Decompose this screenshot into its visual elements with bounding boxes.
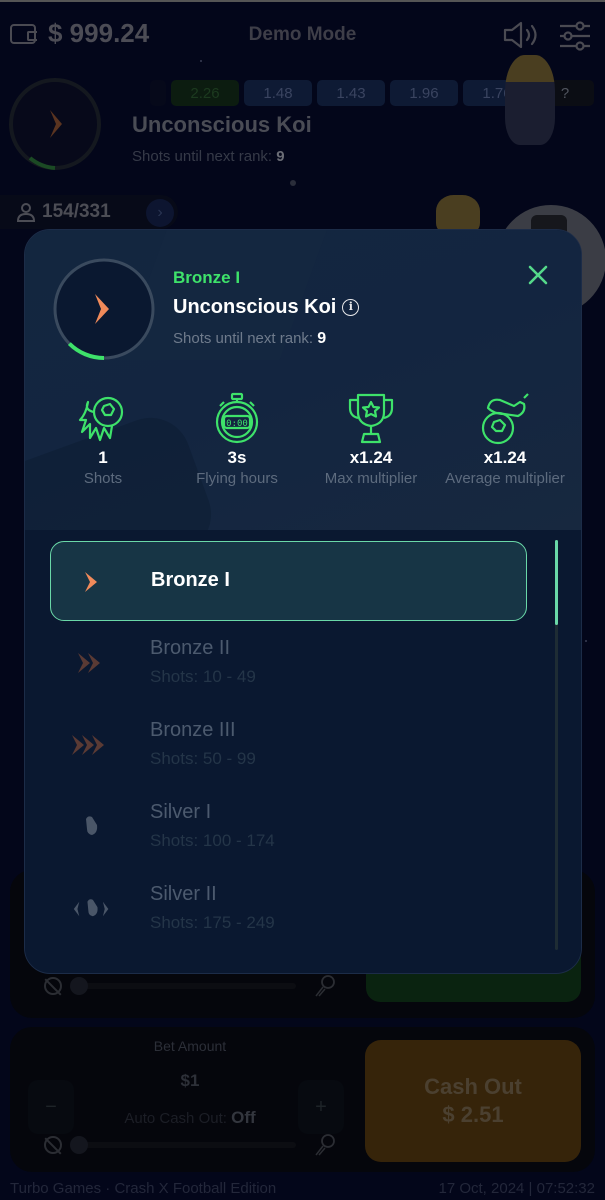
cash-out-button[interactable]: Cash Out $ 2.51 — [365, 1040, 581, 1162]
bronze-3-icon — [72, 735, 104, 755]
players-online: 154/331 › — [0, 195, 178, 229]
auto-cashout-label: Auto Cash Out: — [124, 1110, 227, 1127]
slider-track[interactable] — [70, 1142, 296, 1148]
bet-decrease-button[interactable]: − — [28, 1080, 74, 1134]
rank-shots: Shots: 175 - 249 — [150, 913, 275, 932]
silver-2-icon — [73, 899, 109, 917]
multiplier-chip: 1.96 — [390, 80, 458, 106]
rank-modal: Bronze I Unconscious Koi i Shots until n… — [24, 229, 582, 974]
sound-icon[interactable] — [502, 20, 542, 50]
players-count: 154/331 — [42, 201, 111, 222]
stat-label: Max multiplier — [324, 470, 418, 487]
bet-amount-value[interactable]: $1 — [110, 1071, 270, 1091]
rank-title: Silver I — [150, 801, 212, 823]
bet-increase-button[interactable]: + — [298, 1080, 344, 1134]
multiplier-chip: 1.48 — [244, 80, 312, 106]
multiplier-spacer — [150, 80, 166, 106]
next-rank-value: 9 — [317, 330, 327, 347]
slider-track[interactable] — [70, 983, 296, 989]
star — [200, 60, 202, 62]
star — [585, 640, 587, 642]
top-header: $ 999.24 Demo Mode — [0, 14, 605, 56]
silver-1-icon — [86, 816, 98, 835]
rank-list[interactable]: Bronze I Bronze II Shots: 10 - 49 Bronze… — [25, 530, 581, 970]
scrollbar-thumb[interactable] — [555, 540, 558, 625]
stat-label: Shots — [83, 470, 123, 487]
stat-flying-hours: 0:00 3s Flying hours — [167, 392, 307, 487]
players-expand-button[interactable]: › — [146, 199, 174, 227]
player-character — [505, 55, 555, 145]
disabled-icon — [44, 1136, 62, 1154]
person-icon — [16, 203, 36, 222]
star — [290, 180, 296, 186]
info-icon[interactable]: i — [342, 299, 360, 316]
multiplier-chip: 2.26 — [171, 80, 239, 106]
kick-ball-icon — [315, 1134, 335, 1156]
disabled-icon — [44, 977, 62, 995]
slider-knob[interactable] — [70, 977, 88, 995]
rank-item-bronze-3[interactable]: Bronze III Shots: 50 - 99 — [50, 705, 527, 785]
rank-item-bronze-1[interactable]: Bronze I — [50, 541, 527, 621]
auto-cashout-status: Auto Cash Out: Off — [110, 1108, 270, 1128]
user-name-row: Unconscious Koi i — [173, 296, 360, 319]
next-rank-label: Shots until next rank: — [132, 148, 273, 165]
kick-ball-icon — [315, 975, 335, 997]
stat-label: Flying hours — [196, 470, 278, 487]
rank-item-silver-1[interactable]: Silver I Shots: 100 - 174 — [50, 787, 527, 867]
bet-amount-label: Bet Amount — [153, 1038, 227, 1054]
slider-knob[interactable] — [70, 1136, 88, 1154]
cash-out-label: Cash Out — [424, 1074, 522, 1099]
bronze-2-icon — [78, 653, 100, 673]
rank-title: Bronze III — [150, 719, 236, 741]
multiplier-chip: 1.43 — [317, 80, 385, 106]
next-rank: Shots until next rank: 9 — [173, 330, 326, 348]
trophy-icon — [348, 393, 394, 444]
boot-ball-icon — [481, 393, 529, 445]
rank-shots: Shots: 50 - 99 — [150, 749, 256, 768]
stat-shots: 1 Shots — [33, 392, 173, 487]
next-rank-label: Shots until next rank: — [173, 330, 314, 347]
rank-shots: Shots: 100 - 174 — [150, 831, 275, 850]
auto-cashout-value: Off — [231, 1108, 256, 1127]
stat-average-multiplier: x1.24 Average multiplier — [435, 392, 575, 487]
rank-avatar-background[interactable] — [8, 70, 102, 178]
rank-shots: Shots: 10 - 49 — [150, 667, 256, 686]
rank-title: Silver II — [150, 883, 217, 905]
auto-cashout-slider-1[interactable] — [44, 974, 339, 998]
auto-cashout-slider-2[interactable] — [44, 1133, 339, 1157]
svg-text:0:00: 0:00 — [226, 419, 248, 429]
stopwatch-icon: 0:00 — [215, 392, 259, 444]
stat-label: Average multiplier — [445, 470, 565, 487]
settings-sliders-icon[interactable] — [558, 20, 592, 52]
rank-name-background: Unconscious Koi — [132, 112, 312, 137]
stat-value: x1.24 — [349, 448, 393, 467]
next-rank-value: 9 — [276, 148, 285, 165]
fire-ball-icon — [78, 396, 124, 442]
rank-item-bronze-2[interactable]: Bronze II Shots: 10 - 49 — [50, 623, 527, 703]
bronze-1-icon — [85, 572, 97, 592]
close-icon[interactable] — [525, 262, 551, 288]
next-rank-background: Shots until next rank: 9 — [132, 148, 285, 165]
stat-value: x1.24 — [483, 448, 527, 467]
cash-out-amount: $ 2.51 — [442, 1102, 504, 1127]
footer-game-title: Turbo Games · Crash X Football Edition — [10, 1180, 277, 1197]
rank-title: Bronze II — [150, 637, 231, 659]
rank-item-silver-2[interactable]: Silver II Shots: 175 - 249 — [50, 869, 527, 949]
stat-max-multiplier: x1.24 Max multiplier — [301, 392, 441, 487]
footer-timestamp: 17 Oct, 2024 | 07:52:32 — [438, 1180, 595, 1197]
stat-value: 3s — [227, 448, 247, 467]
rank-progress-ring — [53, 258, 155, 360]
rank-title: Bronze I — [151, 569, 230, 591]
stat-value: 1 — [98, 448, 108, 467]
user-name: Unconscious Koi — [173, 296, 337, 318]
rank-tier: Bronze I — [173, 268, 241, 287]
